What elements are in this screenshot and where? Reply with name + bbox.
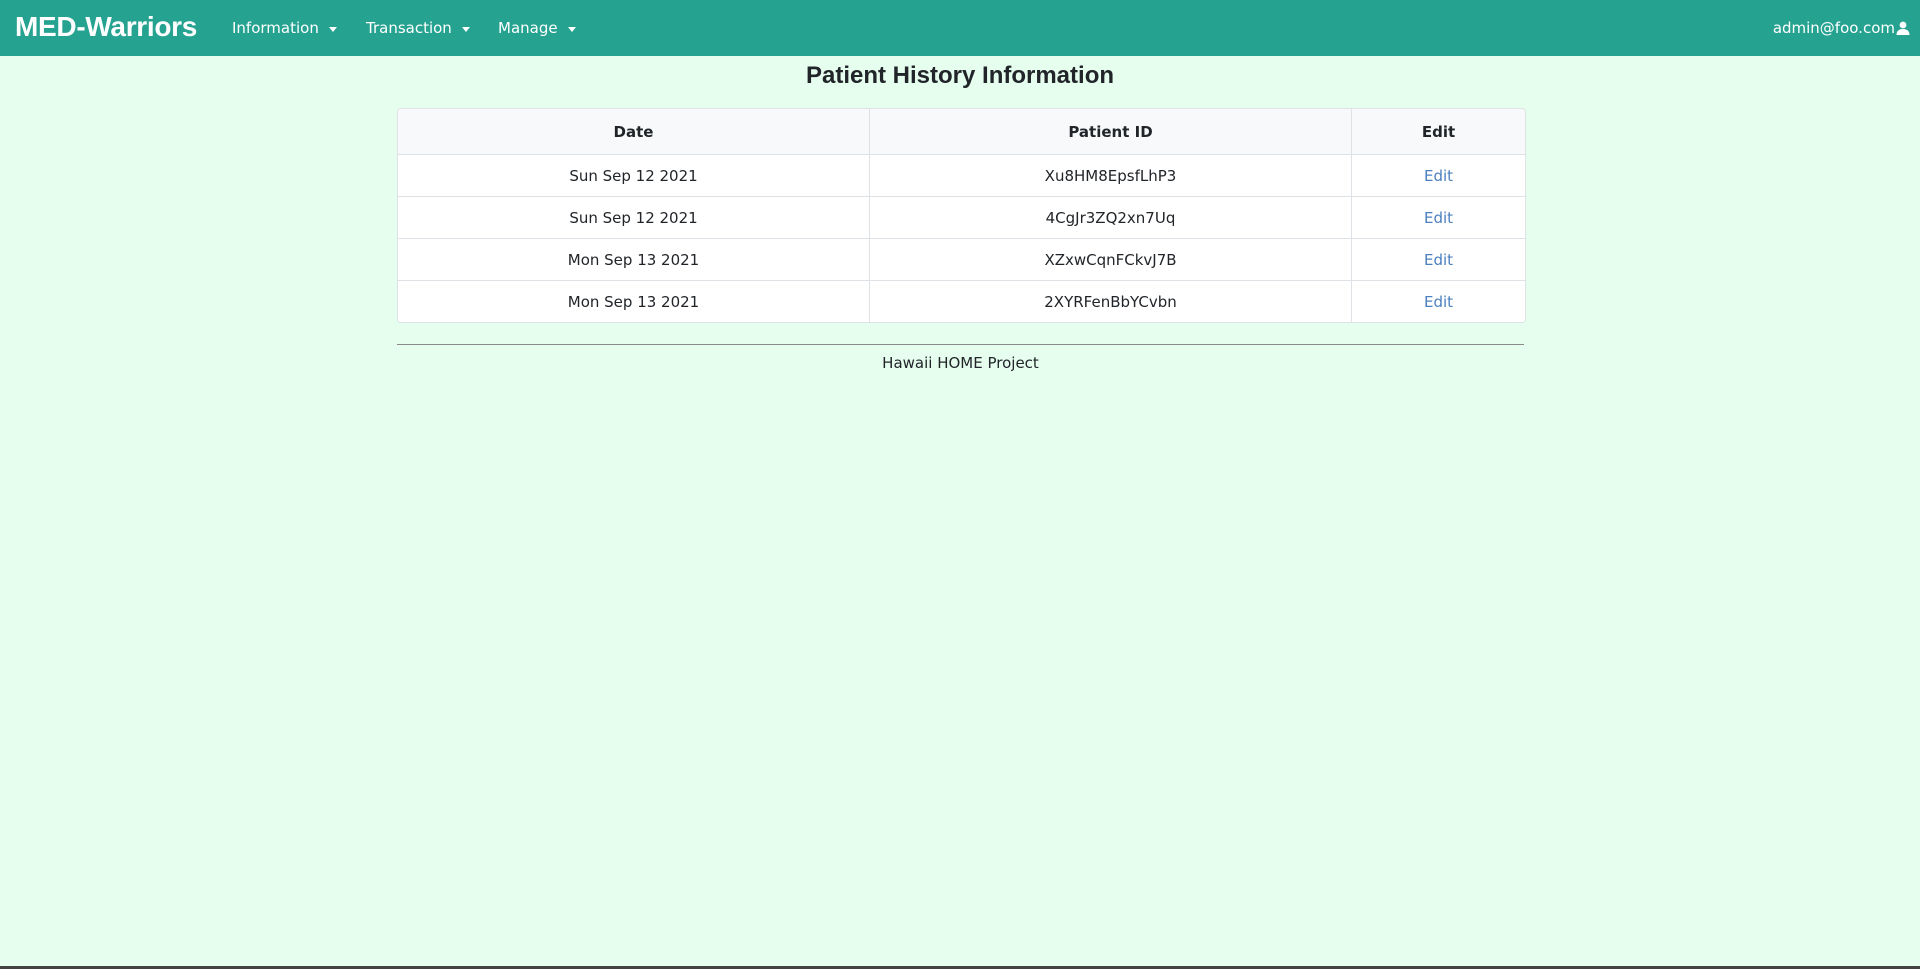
caret-down-icon (461, 26, 470, 32)
cell-date: Mon Sep 13 2021 (398, 238, 870, 281)
edit-link[interactable]: Edit (1424, 251, 1453, 269)
user-account-link[interactable]: admin@foo.com (1773, 0, 1910, 56)
header-edit: Edit (1351, 109, 1525, 155)
header-date: Date (398, 109, 870, 155)
edit-link[interactable]: Edit (1424, 167, 1453, 185)
menu-manage[interactable]: Manage (498, 0, 576, 56)
cell-patient-id: 2XYRFenBbYCvbn (869, 280, 1352, 322)
menu-transaction-label: Transaction (366, 19, 452, 37)
user-email: admin@foo.com (1772, 19, 1895, 37)
header-patient-id: Patient ID (869, 109, 1352, 155)
edit-link[interactable]: Edit (1424, 209, 1453, 227)
caret-down-icon (567, 26, 576, 32)
table-row: Sun Sep 12 2021 4CgJr3ZQ2xn7Uq Edit (398, 196, 1525, 239)
menu-transaction[interactable]: Transaction (366, 0, 470, 56)
menu-information-label: Information (232, 19, 319, 37)
page-title: Patient History Information (805, 62, 1115, 89)
user-icon (1896, 21, 1910, 35)
patient-history-table: Date Patient ID Edit Sun Sep 12 2021 Xu8… (397, 108, 1526, 323)
edit-link[interactable]: Edit (1424, 293, 1453, 311)
cell-edit: Edit (1351, 238, 1525, 281)
footer: Hawaii HOME Project (397, 344, 1524, 372)
menu-manage-label: Manage (498, 19, 558, 37)
cell-patient-id: Xu8HM8EpsfLhP3 (869, 154, 1352, 197)
table-row: Sun Sep 12 2021 Xu8HM8EpsfLhP3 Edit (398, 154, 1525, 197)
cell-edit: Edit (1351, 154, 1525, 197)
menu-information[interactable]: Information (232, 0, 337, 56)
footer-text: Hawaii HOME Project (882, 354, 1039, 372)
cell-date: Mon Sep 13 2021 (398, 280, 870, 322)
top-navbar: MED-Warriors Information Transaction Man… (0, 0, 1920, 56)
table-row: Mon Sep 13 2021 2XYRFenBbYCvbn Edit (398, 280, 1525, 322)
table-header-row: Date Patient ID Edit (398, 109, 1525, 155)
cell-patient-id: XZxwCqnFCkvJ7B (869, 238, 1352, 281)
cell-date: Sun Sep 12 2021 (398, 196, 870, 239)
brand-logo[interactable]: MED-Warriors (15, 8, 197, 46)
caret-down-icon (328, 26, 337, 32)
table-row: Mon Sep 13 2021 XZxwCqnFCkvJ7B Edit (398, 238, 1525, 281)
cell-date: Sun Sep 12 2021 (398, 154, 870, 197)
cell-edit: Edit (1351, 280, 1525, 322)
cell-edit: Edit (1351, 196, 1525, 239)
cell-patient-id: 4CgJr3ZQ2xn7Uq (869, 196, 1352, 239)
